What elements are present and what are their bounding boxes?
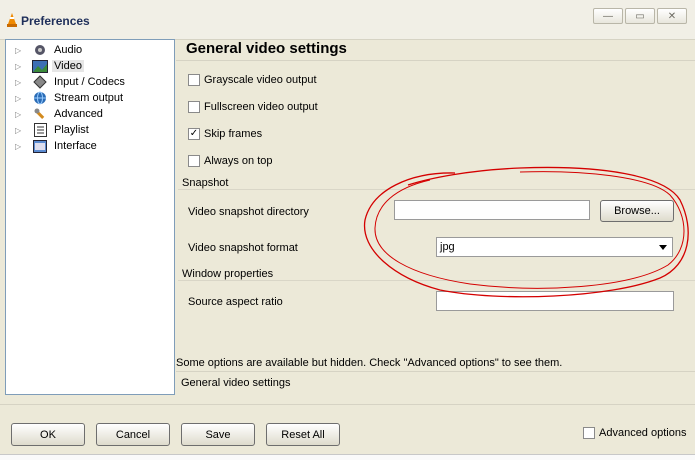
tree-item-input-codecs[interactable]: ▷ Input / Codecs bbox=[6, 74, 174, 90]
tree-item-video[interactable]: ▷ Video bbox=[6, 58, 174, 74]
snapshot-format-select[interactable]: jpg bbox=[436, 237, 673, 257]
expand-arrow-icon[interactable]: ▷ bbox=[15, 62, 25, 71]
divider bbox=[178, 189, 695, 190]
skip-frames-checkbox-row[interactable]: ✓ Skip frames bbox=[188, 127, 262, 141]
advanced-icon bbox=[32, 107, 48, 121]
always-on-top-checkbox-row[interactable]: Always on top bbox=[188, 154, 272, 168]
tree-item-label: Audio bbox=[54, 44, 83, 56]
expand-arrow-icon[interactable]: ▷ bbox=[15, 110, 25, 119]
divider bbox=[176, 371, 695, 372]
advanced-options-checkbox[interactable] bbox=[583, 427, 595, 439]
checkbox-label: Fullscreen video output bbox=[204, 101, 318, 113]
tree-item-label: Video bbox=[52, 60, 84, 72]
section-window-properties: Window properties bbox=[182, 268, 274, 280]
tree-item-label: Stream output bbox=[54, 92, 124, 104]
video-icon bbox=[32, 59, 48, 73]
footer-section-label: General video settings bbox=[181, 377, 291, 389]
divider bbox=[178, 280, 695, 281]
tree-item-label: Interface bbox=[54, 140, 97, 152]
section-snapshot: Snapshot bbox=[182, 177, 229, 189]
grayscale-checkbox-row[interactable]: Grayscale video output bbox=[188, 73, 317, 87]
minimize-button[interactable]: — bbox=[593, 8, 623, 24]
hidden-options-hint: Some options are available but hidden. C… bbox=[176, 357, 563, 369]
maximize-button[interactable]: ▭ bbox=[625, 8, 655, 24]
divider bbox=[176, 60, 695, 61]
fullscreen-checkbox[interactable] bbox=[188, 101, 200, 113]
input-codecs-icon bbox=[32, 75, 48, 89]
always-on-top-checkbox[interactable] bbox=[188, 155, 200, 167]
window-title: Preferences bbox=[21, 14, 90, 28]
chevron-down-icon bbox=[659, 245, 667, 250]
playlist-icon bbox=[32, 123, 48, 137]
snapshot-format-label: Video snapshot format bbox=[188, 242, 298, 254]
stream-output-icon bbox=[32, 91, 48, 105]
snapshot-directory-input[interactable] bbox=[394, 200, 590, 220]
category-tree: ▷ Audio ▷ Video ▷ Input / Codecs ▷ Strea… bbox=[5, 39, 175, 395]
fullscreen-checkbox-row[interactable]: Fullscreen video output bbox=[188, 100, 318, 114]
aspect-ratio-input[interactable] bbox=[436, 291, 674, 311]
vlc-cone-icon bbox=[6, 13, 18, 27]
tree-item-label: Playlist bbox=[54, 124, 89, 136]
advanced-options-label: Advanced options bbox=[599, 427, 687, 439]
expand-arrow-icon[interactable]: ▷ bbox=[15, 126, 25, 135]
tree-item-advanced[interactable]: ▷ Advanced bbox=[6, 106, 174, 122]
close-button[interactable]: ✕ bbox=[657, 8, 687, 24]
audio-icon bbox=[32, 43, 48, 57]
tree-item-interface[interactable]: ▷ Interface bbox=[6, 138, 174, 154]
aspect-ratio-label: Source aspect ratio bbox=[188, 296, 283, 308]
ok-button[interactable]: OK bbox=[11, 423, 85, 446]
expand-arrow-icon[interactable]: ▷ bbox=[15, 78, 25, 87]
advanced-options-toggle[interactable]: Advanced options bbox=[583, 427, 686, 439]
expand-arrow-icon[interactable]: ▷ bbox=[15, 46, 25, 55]
checkbox-label: Grayscale video output bbox=[204, 74, 317, 86]
interface-icon bbox=[32, 139, 48, 153]
tree-item-label: Input / Codecs bbox=[54, 76, 125, 88]
tree-item-audio[interactable]: ▷ Audio bbox=[6, 42, 174, 58]
expand-arrow-icon[interactable]: ▷ bbox=[15, 94, 25, 103]
cancel-button[interactable]: Cancel bbox=[96, 423, 170, 446]
taskbar-edge bbox=[0, 454, 695, 460]
maximize-icon: ▭ bbox=[635, 10, 645, 22]
close-icon: ✕ bbox=[667, 10, 677, 22]
divider bbox=[0, 404, 695, 405]
tree-item-label: Advanced bbox=[54, 108, 103, 120]
snapshot-format-value: jpg bbox=[440, 241, 455, 253]
snapshot-directory-label: Video snapshot directory bbox=[188, 206, 309, 218]
reset-all-button[interactable]: Reset All bbox=[266, 423, 340, 446]
title-bar: Preferences — ▭ ✕ bbox=[0, 0, 695, 40]
browse-button[interactable]: Browse... bbox=[600, 200, 674, 222]
grayscale-checkbox[interactable] bbox=[188, 74, 200, 86]
tree-item-playlist[interactable]: ▷ Playlist bbox=[6, 122, 174, 138]
page-title: General video settings bbox=[186, 40, 347, 57]
minimize-icon: — bbox=[603, 10, 613, 22]
checkbox-label: Always on top bbox=[204, 155, 273, 167]
checkmark-icon: ✓ bbox=[189, 128, 199, 139]
save-button[interactable]: Save bbox=[181, 423, 255, 446]
expand-arrow-icon[interactable]: ▷ bbox=[15, 142, 25, 151]
skip-frames-checkbox[interactable]: ✓ bbox=[188, 128, 200, 140]
tree-item-stream-output[interactable]: ▷ Stream output bbox=[6, 90, 174, 106]
checkbox-label: Skip frames bbox=[204, 128, 263, 140]
